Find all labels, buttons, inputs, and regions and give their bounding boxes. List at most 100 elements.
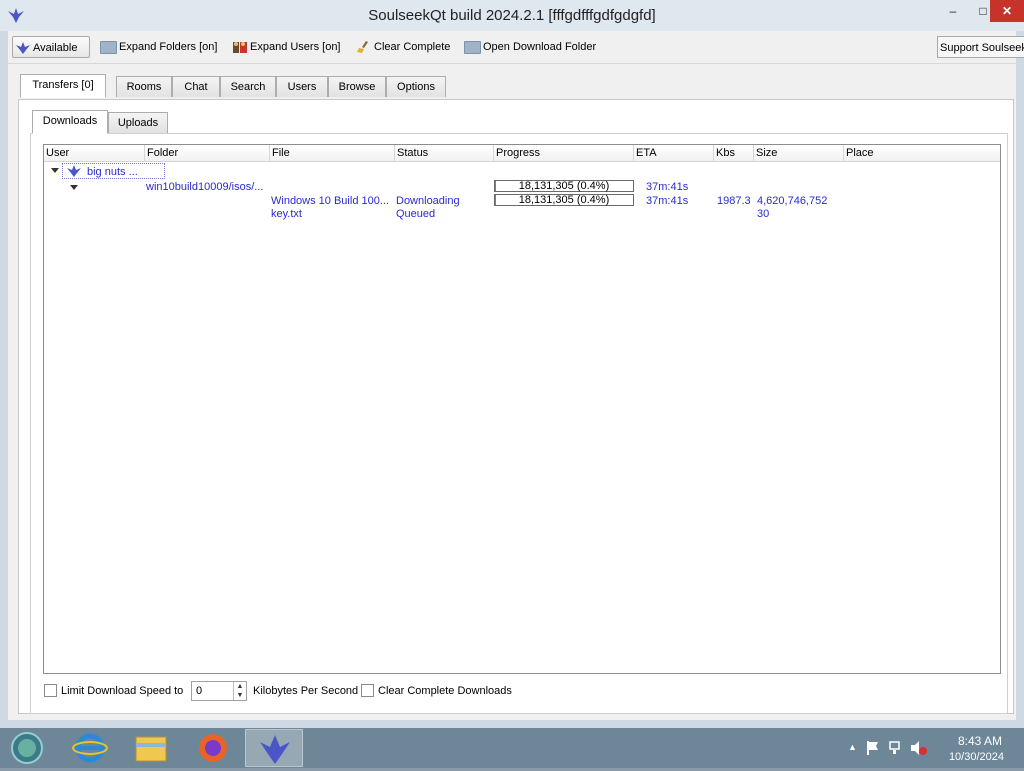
tab-label: Uploads bbox=[117, 117, 159, 129]
expand-users-label: Expand Users [on] bbox=[250, 41, 341, 53]
tab-label: Search bbox=[230, 81, 266, 93]
expand-user-arrow-icon[interactable] bbox=[51, 168, 59, 173]
toolbar: Available Expand Folders [on] Expand Use… bbox=[8, 31, 1024, 64]
show-hidden-icons-icon[interactable]: ▲ bbox=[848, 742, 857, 752]
file-name[interactable]: key.txt bbox=[271, 208, 302, 221]
volume-muted-icon[interactable] bbox=[910, 740, 928, 756]
minimize-button[interactable]: – bbox=[938, 0, 968, 22]
column-header-place[interactable]: Place bbox=[844, 145, 1000, 161]
file-size: 4,620,746,752 bbox=[757, 195, 828, 207]
tab-label: Rooms bbox=[126, 81, 162, 93]
clock-date[interactable]: 10/30/2024 bbox=[949, 751, 1004, 763]
soulseek-bird-icon bbox=[260, 735, 290, 764]
limit-speed-checkbox[interactable] bbox=[44, 684, 57, 697]
broom-icon bbox=[357, 41, 368, 54]
tab-options[interactable]: Options bbox=[386, 76, 446, 97]
column-header-progress[interactable]: Progress bbox=[494, 145, 634, 161]
folder-icon bbox=[100, 40, 117, 54]
column-header-size[interactable]: Size bbox=[754, 145, 844, 161]
network-icon[interactable] bbox=[888, 740, 904, 756]
action-center-flag-icon[interactable] bbox=[866, 740, 880, 756]
window-title: SoulseekQt build 2024.2.1 [fffgdfffgdfgd… bbox=[368, 7, 656, 24]
system-tray: ▲ 8:43 AM 10/30/2024 bbox=[834, 728, 1024, 768]
open-download-folder-button[interactable]: Open Download Folder bbox=[464, 36, 596, 58]
user-name: big nuts ... bbox=[87, 166, 138, 178]
table-header: User Folder File Status Progress ETA Kbs… bbox=[44, 145, 1000, 162]
soulseek-bird-icon bbox=[16, 42, 30, 55]
user-row[interactable]: big nuts ... bbox=[62, 163, 165, 179]
taskbar: ▲ 8:43 AM 10/30/2024 bbox=[0, 728, 1024, 768]
folder-eta: 37m:41s bbox=[646, 181, 689, 193]
tab-label: Browse bbox=[338, 81, 376, 93]
users-icon bbox=[233, 42, 247, 54]
support-soulseek-button[interactable]: Support Soulseek bbox=[937, 36, 1024, 58]
transfers-table[interactable]: User Folder File Status Progress ETA Kbs… bbox=[43, 144, 1001, 674]
column-header-folder[interactable]: Folder bbox=[145, 145, 270, 161]
internet-explorer-icon bbox=[72, 733, 108, 763]
file-size: 30 bbox=[757, 208, 770, 220]
file-status: Queued bbox=[396, 208, 436, 220]
spin-up-icon[interactable]: ▲ bbox=[233, 682, 246, 691]
tab-transfers[interactable]: Transfers [0] bbox=[20, 74, 106, 98]
folder-icon bbox=[464, 40, 481, 54]
folder-progress-fill bbox=[495, 181, 496, 191]
column-header-file[interactable]: File bbox=[270, 145, 395, 161]
tab-downloads[interactable]: Downloads bbox=[32, 110, 108, 134]
main-client: Available Expand Folders [on] Expand Use… bbox=[8, 31, 1024, 720]
tab-uploads[interactable]: Uploads bbox=[108, 112, 168, 133]
file-progress-bar: 18,131,305 (0.4%) bbox=[494, 194, 634, 206]
user-bird-icon bbox=[67, 165, 81, 177]
taskbar-internet-explorer[interactable] bbox=[61, 729, 119, 767]
taskbar-soulseek[interactable] bbox=[245, 729, 303, 767]
column-header-eta[interactable]: ETA bbox=[634, 145, 714, 161]
speed-limit-spinbox[interactable]: 0 ▲ ▼ bbox=[191, 681, 247, 701]
file-name[interactable]: Windows 10 Build 100... bbox=[271, 195, 389, 208]
tab-search[interactable]: Search bbox=[220, 76, 276, 97]
unit-label: Kilobytes Per Second bbox=[253, 685, 359, 697]
download-options-bar: Limit Download Speed to 0 ▲ ▼ Kilobytes … bbox=[8, 681, 1016, 703]
column-header-status[interactable]: Status bbox=[395, 145, 494, 161]
start-button[interactable] bbox=[0, 729, 58, 767]
column-header-user[interactable]: User bbox=[44, 145, 145, 161]
spin-down-icon[interactable]: ▼ bbox=[233, 691, 246, 700]
file-explorer-icon bbox=[135, 736, 167, 762]
expand-users-button[interactable]: Expand Users [on] bbox=[232, 36, 341, 58]
expand-folders-button[interactable]: Expand Folders [on] bbox=[100, 36, 217, 58]
folder-name[interactable]: win10build10009/isos/... bbox=[146, 181, 263, 194]
support-label: Support Soulseek bbox=[940, 42, 1024, 54]
file-status: Downloading bbox=[396, 195, 460, 207]
firefox-icon bbox=[199, 734, 227, 762]
clear-complete-downloads-checkbox[interactable] bbox=[361, 684, 374, 697]
tab-browse[interactable]: Browse bbox=[328, 76, 386, 97]
tab-users[interactable]: Users bbox=[276, 76, 328, 97]
folder-progress-label: 18,131,305 (0.4%) bbox=[518, 180, 610, 192]
expand-folder-arrow-icon[interactable] bbox=[70, 185, 78, 190]
clear-complete-downloads-label: Clear Complete Downloads bbox=[378, 685, 512, 697]
tab-label: Downloads bbox=[42, 115, 98, 127]
tab-label: Chat bbox=[184, 81, 208, 93]
open-download-folder-label: Open Download Folder bbox=[483, 41, 597, 53]
column-header-kbs[interactable]: Kbs bbox=[714, 145, 754, 161]
clear-complete-button[interactable]: Clear Complete bbox=[356, 36, 450, 58]
tab-label: Transfers [0] bbox=[32, 79, 94, 91]
tab-chat[interactable]: Chat bbox=[172, 76, 220, 97]
taskbar-file-explorer[interactable] bbox=[122, 729, 180, 767]
tab-label: Options bbox=[397, 81, 435, 93]
folder-progress-bar: 18,131,305 (0.4%) bbox=[494, 180, 634, 192]
expand-folders-label: Expand Folders [on] bbox=[119, 41, 218, 53]
close-button[interactable]: ✕ bbox=[990, 0, 1024, 22]
clock-time[interactable]: 8:43 AM bbox=[958, 734, 1002, 748]
available-button[interactable]: Available bbox=[12, 36, 90, 58]
title-bar[interactable]: SoulseekQt build 2024.2.1 [fffgdfffgdfgd… bbox=[0, 0, 1024, 31]
tab-label: Users bbox=[287, 81, 317, 93]
speed-limit-value: 0 bbox=[196, 685, 203, 697]
file-progress-label: 18,131,305 (0.4%) bbox=[518, 194, 610, 206]
tab-rooms[interactable]: Rooms bbox=[116, 76, 172, 97]
file-eta: 37m:41s bbox=[646, 195, 689, 207]
available-label: Available bbox=[33, 42, 78, 54]
limit-speed-label: Limit Download Speed to bbox=[61, 685, 184, 697]
file-kbs: 1987.3 bbox=[717, 195, 751, 207]
app-window: SoulseekQt build 2024.2.1 [fffgdfffgdfgd… bbox=[0, 0, 1024, 728]
taskbar-firefox[interactable] bbox=[184, 729, 242, 767]
file-progress-fill bbox=[495, 195, 496, 205]
